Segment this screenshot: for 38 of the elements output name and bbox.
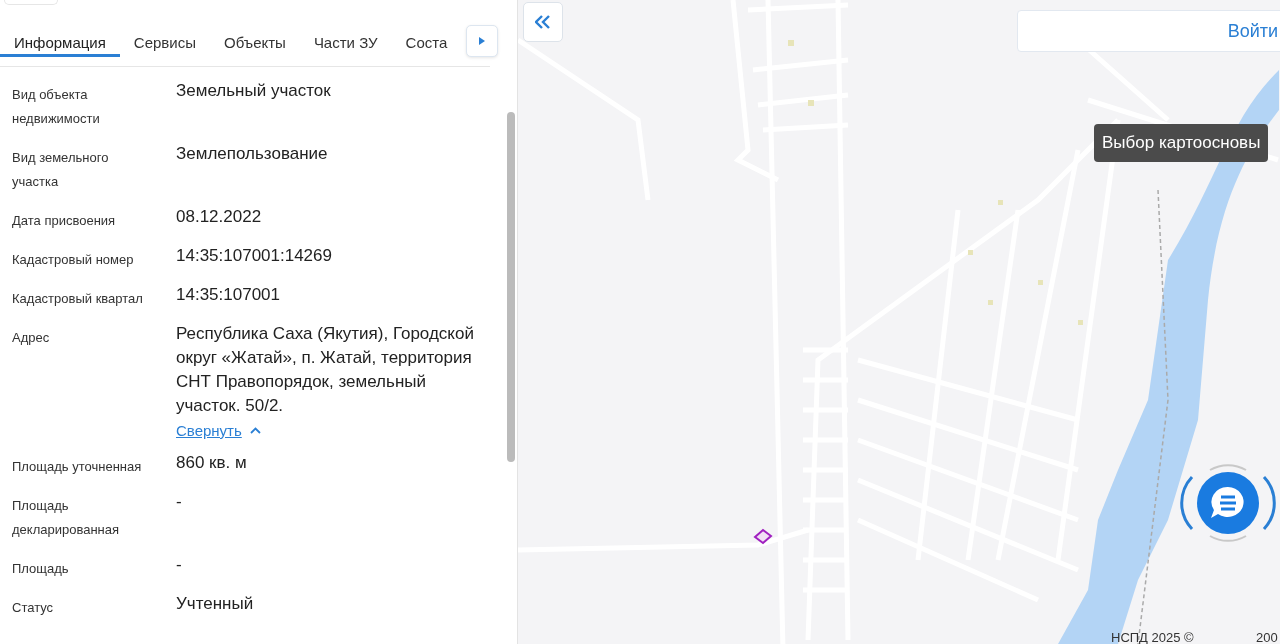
field-value: Землепользование: [176, 143, 329, 165]
tab[interactable]: Объекты: [210, 23, 300, 57]
field-value: Республика Саха (Якутия), Городской округ «Жатай», п. Жатай, территория СНТ Правопорядок, земельный участок. 50/2.: [176, 323, 475, 417]
field-label: Вид земельного участка: [12, 149, 110, 191]
tab[interactable]: Информация: [0, 23, 120, 57]
field-value: 08.12.2022: [176, 206, 263, 228]
collapse-link[interactable]: Свернуть: [176, 422, 242, 439]
field-label: Статус: [12, 599, 55, 617]
map-drawing[interactable]: [518, 0, 1279, 644]
field-label: Адрес: [12, 329, 51, 347]
field-value: 14:35:107001: [176, 284, 281, 306]
field-label: Площадь: [12, 560, 70, 578]
map-attribution: НСПД 2025 ©: [1111, 630, 1194, 644]
double-chevron-left-icon: [535, 15, 551, 29]
chevron-up-icon: [249, 427, 261, 434]
field-value: Земельный участок: [176, 80, 332, 102]
field-label: Площадь декларированная: [12, 497, 121, 539]
field-value: 860 кв. м: [176, 452, 248, 474]
field-label: Кадастровый номер: [12, 251, 135, 269]
collapse-panel-button[interactable]: [523, 2, 563, 42]
caret-right-icon: [479, 37, 485, 45]
scroll-tabs-button[interactable]: [466, 25, 498, 57]
field-label: Кадастровый квартал: [12, 290, 144, 308]
tooltip: Выбор картоосновы: [1094, 124, 1269, 162]
field-value: 14:35:107001:14269: [176, 245, 333, 267]
field-label: Дата присвоения: [12, 212, 117, 230]
tab[interactable]: Сервисы: [119, 23, 210, 57]
field-value: -: [176, 491, 183, 513]
scrollbar[interactable]: [507, 112, 515, 462]
login-button[interactable]: Войти: [1017, 10, 1280, 52]
field-label: Вид объекта недвижимости: [12, 86, 101, 128]
field-value: -: [176, 554, 183, 576]
field-label: Площадь уточненная: [12, 458, 143, 476]
chat-button[interactable]: [1180, 462, 1276, 544]
scale-label: 200: [1256, 630, 1278, 644]
tab[interactable]: Части ЗУ: [299, 23, 392, 57]
field-value: Учтенный: [176, 593, 255, 615]
tab[interactable]: Соста: [391, 23, 462, 57]
